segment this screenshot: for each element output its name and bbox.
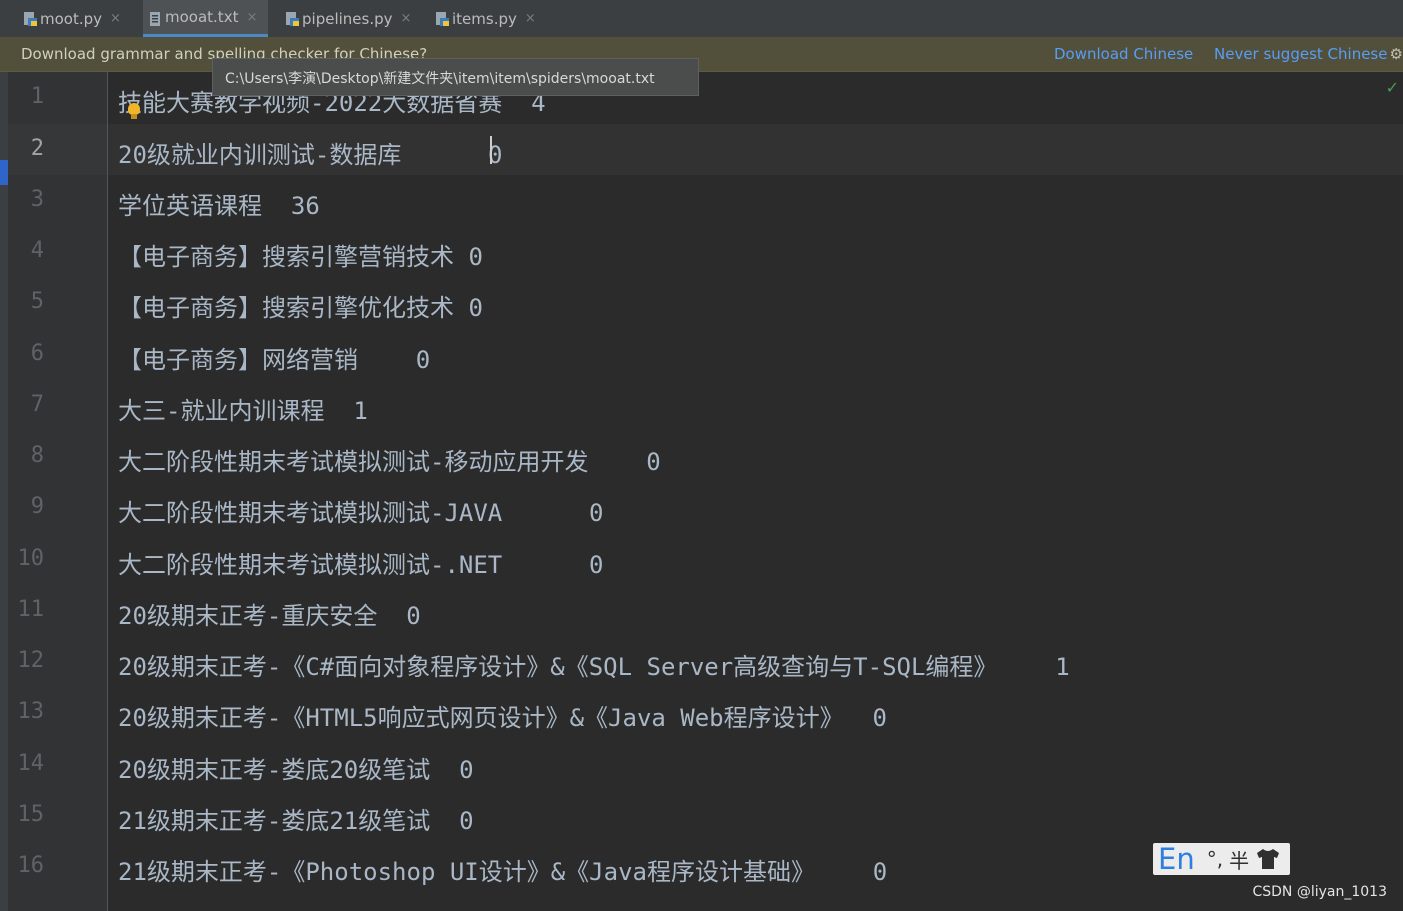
code-line[interactable]: 大二阶段性期末考试模拟测试-移动应用开发 0 (118, 442, 661, 477)
code-line[interactable]: 【电子商务】搜索引擎优化技术 0 (118, 288, 483, 323)
python-file-icon (286, 12, 299, 26)
shirt-icon[interactable] (1255, 848, 1281, 870)
editor-tab-bar: moot.py × mooat.txt × pipelines.py × ite… (0, 0, 1403, 38)
tab-label: mooat.txt (165, 8, 239, 26)
code-line[interactable]: 21级期末正考-娄底21级笔试 0 (118, 801, 474, 836)
file-path-tooltip: C:\Users\李演\Desktop\新建文件夹\item\item\spid… (212, 58, 699, 96)
code-line-current[interactable]: 20级就业内训测试-数据库 0 (118, 135, 503, 170)
tab-mooat-txt[interactable]: mooat.txt × (143, 0, 268, 37)
code-line[interactable]: 20级期末正考-《C#面向对象程序设计》&《SQL Server高级查询与T-S… (118, 647, 1070, 682)
ime-punctuation[interactable]: °, (1207, 847, 1223, 871)
code-line[interactable]: 大二阶段性期末考试模拟测试-JAVA 0 (118, 493, 603, 528)
line-number: 16 (17, 853, 45, 878)
code-line[interactable]: 20级期末正考-重庆安全 0 (118, 596, 421, 631)
line-number-current: 2 (30, 136, 44, 161)
never-suggest-link[interactable]: Never suggest Chinese (1214, 45, 1387, 63)
close-icon[interactable]: × (401, 11, 412, 26)
notification-bar: Download grammar and spelling checker fo… (0, 37, 1403, 72)
line-number: 9 (30, 494, 44, 519)
close-icon[interactable]: × (110, 11, 121, 26)
ime-status-widget[interactable]: En °, 半 (1153, 842, 1290, 876)
tab-label: moot.py (40, 9, 103, 28)
inspection-ok-icon[interactable]: ✓ (1386, 78, 1399, 97)
tab-items-py[interactable]: items.py × (430, 0, 545, 37)
code-line[interactable]: 【电子商务】搜索引擎营销技术 0 (118, 237, 483, 272)
lightbulb-base (131, 114, 137, 119)
tab-label: pipelines.py (302, 9, 393, 28)
python-file-icon (24, 12, 37, 26)
line-number: 4 (30, 238, 44, 263)
download-chinese-link[interactable]: Download Chinese (1054, 45, 1193, 63)
watermark: CSDN @liyan_1013 (1252, 884, 1387, 900)
code-line[interactable]: 大三-就业内训课程 1 (118, 391, 368, 426)
line-number: 14 (17, 751, 45, 776)
line-number: 8 (30, 443, 44, 468)
line-number: 15 (17, 802, 45, 827)
tab-moot-py[interactable]: moot.py × (18, 0, 130, 37)
line-number: 5 (30, 289, 44, 314)
close-icon[interactable]: × (525, 11, 536, 26)
line-number: 7 (30, 392, 44, 417)
tab-pipelines-py[interactable]: pipelines.py × (280, 0, 420, 37)
python-file-icon (436, 12, 449, 26)
code-line[interactable]: 大二阶段性期末考试模拟测试-.NET 0 (118, 545, 603, 580)
code-line[interactable]: 20级期末正考-娄底20级笔试 0 (118, 750, 474, 785)
code-line[interactable]: 【电子商务】网络营销 0 (118, 340, 430, 375)
code-line[interactable]: 21级期末正考-《Photoshop UI设计》&《Java程序设计基础》 0 (118, 852, 887, 887)
line-number: 3 (30, 187, 44, 212)
line-number: 11 (17, 597, 45, 622)
line-number: 6 (30, 341, 44, 366)
text-caret (490, 136, 492, 164)
line-number: 10 (17, 546, 45, 571)
close-icon[interactable]: × (246, 10, 257, 25)
code-line[interactable]: 学位英语课程 36 (118, 186, 320, 221)
line-number: 12 (17, 648, 45, 673)
line-number: 1 (30, 84, 44, 109)
ime-mode[interactable]: En (1158, 842, 1195, 876)
gear-icon[interactable]: ⚙ (1390, 45, 1403, 63)
tab-label: items.py (452, 9, 517, 28)
ime-width[interactable]: 半 (1229, 845, 1249, 874)
line-number: 13 (17, 699, 45, 724)
code-line[interactable]: 20级期末正考-《HTML5响应式网页设计》&《Java Web程序设计》 0 (118, 698, 887, 733)
change-marker (0, 160, 8, 185)
text-file-icon (150, 12, 160, 26)
